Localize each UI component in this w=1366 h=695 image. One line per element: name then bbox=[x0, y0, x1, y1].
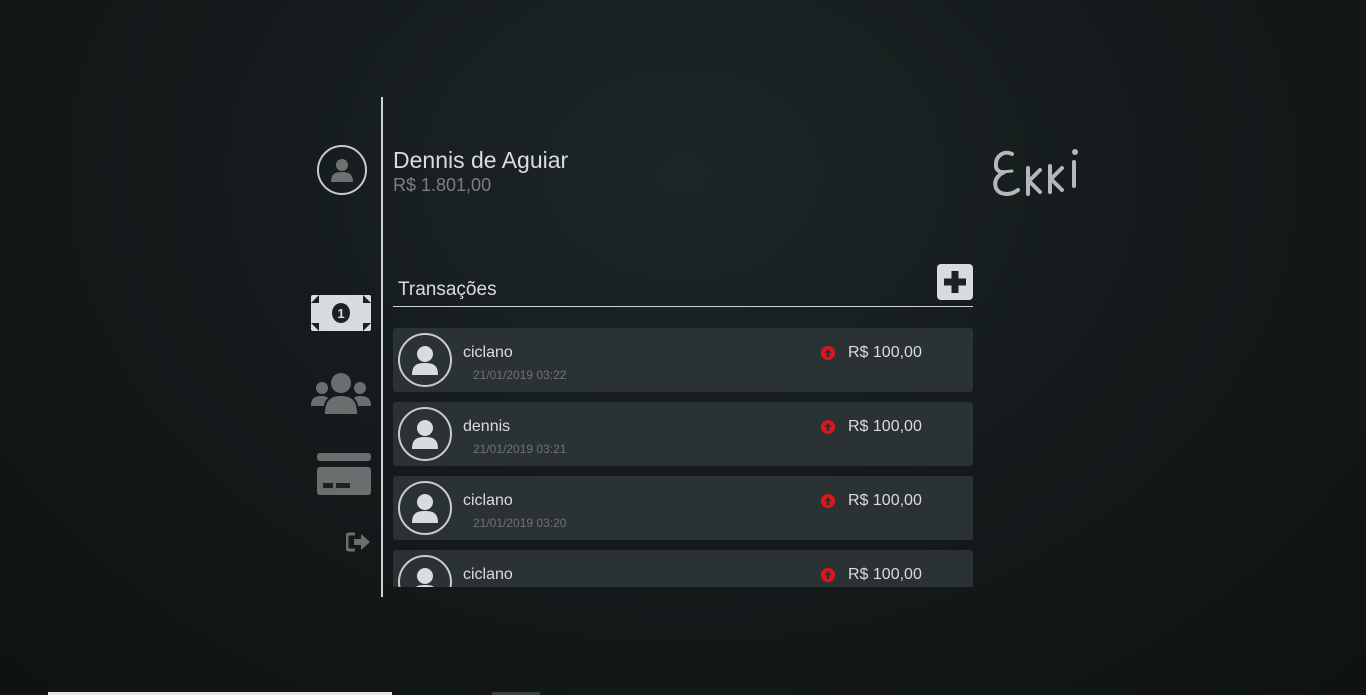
arrow-up-circle-icon bbox=[821, 346, 835, 360]
transaction-item[interactable]: ciclano 21/01/2019 03:22 R$ 100,00 bbox=[393, 328, 973, 392]
user-icon bbox=[412, 494, 438, 523]
transaction-contact-name: ciclano bbox=[463, 344, 513, 361]
credit-card-icon[interactable] bbox=[317, 453, 371, 495]
ekki-logo bbox=[993, 149, 1078, 196]
add-transaction-button[interactable] bbox=[937, 264, 973, 300]
transaction-contact-name: dennis bbox=[463, 418, 511, 435]
plus-icon bbox=[944, 271, 966, 293]
contact-avatar bbox=[398, 555, 452, 587]
arrow-up-circle-icon bbox=[821, 494, 835, 508]
transaction-date: 21/01/2019 03:21 bbox=[473, 442, 567, 456]
transaction-amount: R$ 100,00 bbox=[848, 344, 922, 361]
transaction-contact-name: ciclano bbox=[463, 492, 513, 509]
contact-avatar bbox=[398, 407, 452, 461]
user-icon bbox=[412, 346, 438, 375]
transaction-contact-name: ciclano bbox=[463, 566, 513, 583]
money-bill-icon[interactable]: 1 bbox=[311, 295, 371, 331]
profile-avatar[interactable] bbox=[317, 145, 367, 195]
contact-avatar bbox=[398, 333, 452, 387]
sign-out-icon[interactable] bbox=[346, 532, 372, 552]
contact-avatar bbox=[398, 481, 452, 535]
transaction-item[interactable]: ciclano R$ 100,00 bbox=[393, 550, 973, 587]
transactions-header: Transações bbox=[393, 262, 973, 307]
transaction-amount: R$ 100,00 bbox=[848, 418, 922, 435]
user-icon bbox=[415, 568, 435, 587]
profile-info: Dennis de Aguiar R$ 1.801,00 bbox=[393, 146, 568, 196]
transaction-date: 21/01/2019 03:20 bbox=[473, 516, 567, 530]
transaction-amount: R$ 100,00 bbox=[848, 492, 922, 509]
transaction-amount: R$ 100,00 bbox=[848, 566, 922, 583]
transaction-date: 21/01/2019 03:22 bbox=[473, 368, 567, 382]
transactions-title: Transações bbox=[398, 279, 497, 300]
transaction-item[interactable]: ciclano 21/01/2019 03:20 R$ 100,00 bbox=[393, 476, 973, 540]
arrow-up-circle-icon bbox=[821, 420, 835, 434]
user-name: Dennis de Aguiar bbox=[393, 147, 569, 173]
sidebar-divider bbox=[381, 97, 383, 597]
transactions-list[interactable]: ciclano 21/01/2019 03:22 R$ 100,00 denni… bbox=[393, 328, 973, 587]
arrow-up-circle-icon bbox=[821, 568, 835, 582]
user-icon bbox=[331, 159, 353, 182]
svg-text:1: 1 bbox=[337, 306, 344, 321]
user-balance: R$ 1.801,00 bbox=[393, 175, 492, 195]
users-icon[interactable] bbox=[311, 372, 371, 414]
user-icon bbox=[412, 420, 438, 449]
transaction-item[interactable]: dennis 21/01/2019 03:21 R$ 100,00 bbox=[393, 402, 973, 466]
